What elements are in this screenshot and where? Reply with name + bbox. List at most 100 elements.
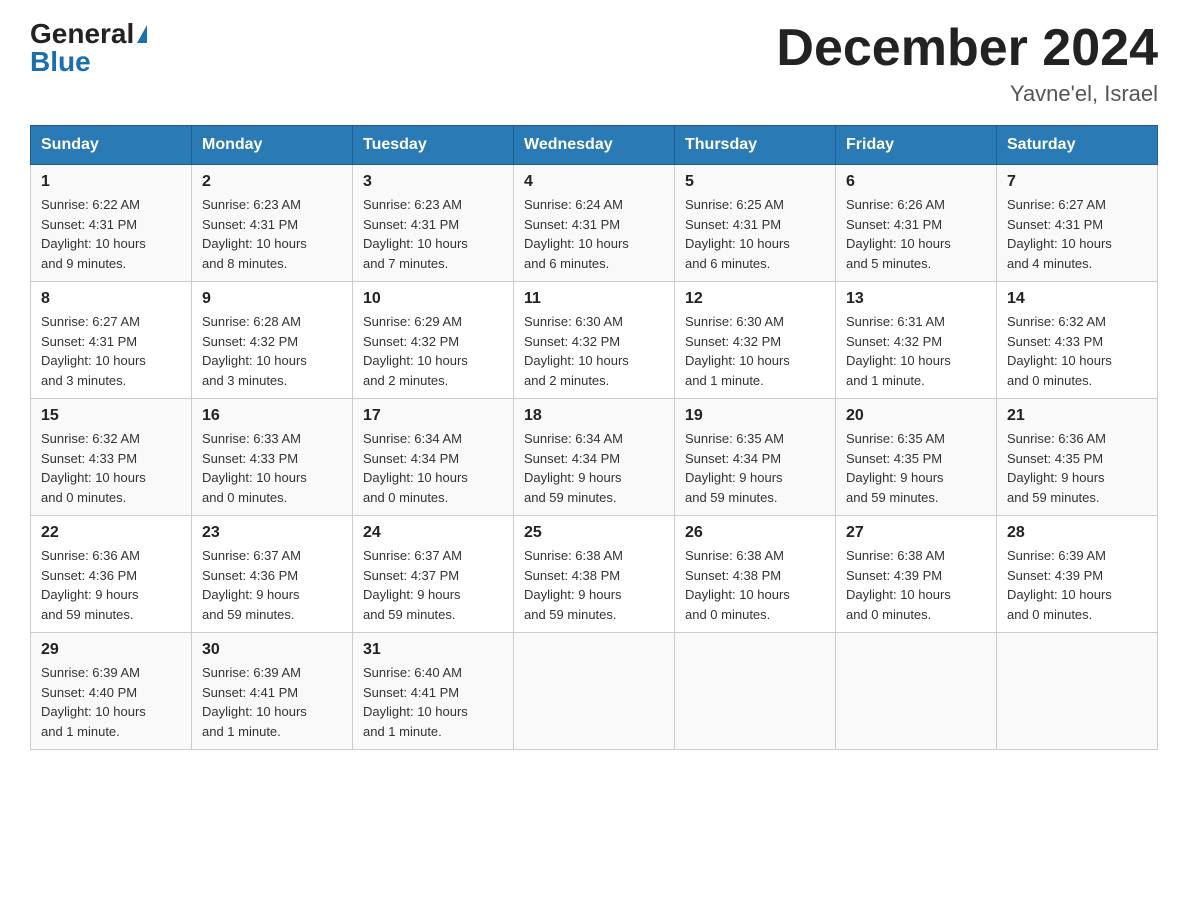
calendar-cell: 18 Sunrise: 6:34 AMSunset: 4:34 PMDayligh… (514, 399, 675, 516)
weekday-header-saturday: Saturday (997, 126, 1158, 165)
calendar-week-row: 15Sunrise: 6:32 AMSunset: 4:33 PMDayligh… (31, 399, 1158, 516)
day-number: 10 (363, 290, 503, 308)
calendar-table: SundayMondayTuesdayWednesdayThursdayFrid… (30, 125, 1158, 750)
calendar-cell: 12 Sunrise: 6:30 AMSunset: 4:32 PMDayligh… (675, 282, 836, 399)
weekday-header-tuesday: Tuesday (353, 126, 514, 165)
day-number: 24 (363, 524, 503, 542)
day-info: Sunrise: 6:26 AMSunset: 4:31 PMDaylight:… (846, 195, 986, 273)
weekday-header-wednesday: Wednesday (514, 126, 675, 165)
calendar-cell: 23 Sunrise: 6:37 AMSunset: 4:36 PMDayligh… (192, 516, 353, 633)
logo-blue-text: Blue (30, 48, 91, 76)
day-info: Sunrise: 6:38 AMSunset: 4:38 PMDaylight:… (524, 546, 664, 624)
day-info: Sunrise: 6:34 AMSunset: 4:34 PMDaylight:… (524, 429, 664, 507)
day-info: Sunrise: 6:22 AMSunset: 4:31 PMDaylight:… (41, 195, 181, 273)
day-number: 13 (846, 290, 986, 308)
calendar-cell: 22Sunrise: 6:36 AMSunset: 4:36 PMDayligh… (31, 516, 192, 633)
day-info: Sunrise: 6:25 AMSunset: 4:31 PMDaylight:… (685, 195, 825, 273)
calendar-cell: 26 Sunrise: 6:38 AMSunset: 4:38 PMDayligh… (675, 516, 836, 633)
day-number: 30 (202, 641, 342, 659)
calendar-cell: 30 Sunrise: 6:39 AMSunset: 4:41 PMDayligh… (192, 633, 353, 750)
calendar-week-row: 8 Sunrise: 6:27 AMSunset: 4:31 PMDaylight… (31, 282, 1158, 399)
day-info: Sunrise: 6:39 AMSunset: 4:41 PMDaylight:… (202, 663, 342, 741)
day-number: 3 (363, 173, 503, 191)
day-info: Sunrise: 6:36 AMSunset: 4:36 PMDaylight:… (41, 546, 181, 624)
calendar-cell: 15Sunrise: 6:32 AMSunset: 4:33 PMDayligh… (31, 399, 192, 516)
weekday-header-monday: Monday (192, 126, 353, 165)
weekday-header-sunday: Sunday (31, 126, 192, 165)
calendar-cell: 19 Sunrise: 6:35 AMSunset: 4:34 PMDayligh… (675, 399, 836, 516)
day-number: 26 (685, 524, 825, 542)
weekday-header-row: SundayMondayTuesdayWednesdayThursdayFrid… (31, 126, 1158, 165)
logo: General Blue (30, 20, 147, 76)
day-info: Sunrise: 6:36 AMSunset: 4:35 PMDaylight:… (1007, 429, 1147, 507)
day-info: Sunrise: 6:29 AMSunset: 4:32 PMDaylight:… (363, 312, 503, 390)
day-number: 15 (41, 407, 181, 425)
calendar-cell: 28 Sunrise: 6:39 AMSunset: 4:39 PMDayligh… (997, 516, 1158, 633)
day-number: 25 (524, 524, 664, 542)
calendar-title: December 2024 (776, 20, 1158, 77)
day-info: Sunrise: 6:32 AMSunset: 4:33 PMDaylight:… (1007, 312, 1147, 390)
calendar-cell: 10 Sunrise: 6:29 AMSunset: 4:32 PMDayligh… (353, 282, 514, 399)
calendar-cell: 14 Sunrise: 6:32 AMSunset: 4:33 PMDayligh… (997, 282, 1158, 399)
day-number: 7 (1007, 173, 1147, 191)
page-header: General Blue December 2024 Yavne'el, Isr… (30, 20, 1158, 107)
day-info: Sunrise: 6:40 AMSunset: 4:41 PMDaylight:… (363, 663, 503, 741)
calendar-cell: 13 Sunrise: 6:31 AMSunset: 4:32 PMDayligh… (836, 282, 997, 399)
day-number: 18 (524, 407, 664, 425)
calendar-week-row: 22Sunrise: 6:36 AMSunset: 4:36 PMDayligh… (31, 516, 1158, 633)
calendar-week-row: 29 Sunrise: 6:39 AMSunset: 4:40 PMDayligh… (31, 633, 1158, 750)
day-info: Sunrise: 6:39 AMSunset: 4:40 PMDaylight:… (41, 663, 181, 741)
day-number: 4 (524, 173, 664, 191)
day-info: Sunrise: 6:39 AMSunset: 4:39 PMDaylight:… (1007, 546, 1147, 624)
day-number: 16 (202, 407, 342, 425)
day-number: 29 (41, 641, 181, 659)
calendar-cell: 24 Sunrise: 6:37 AMSunset: 4:37 PMDayligh… (353, 516, 514, 633)
calendar-cell: 29 Sunrise: 6:39 AMSunset: 4:40 PMDayligh… (31, 633, 192, 750)
day-info: Sunrise: 6:23 AMSunset: 4:31 PMDaylight:… (363, 195, 503, 273)
day-info: Sunrise: 6:35 AMSunset: 4:34 PMDaylight:… (685, 429, 825, 507)
calendar-cell: 27 Sunrise: 6:38 AMSunset: 4:39 PMDayligh… (836, 516, 997, 633)
calendar-cell: 1 Sunrise: 6:22 AMSunset: 4:31 PMDaylight… (31, 165, 192, 282)
day-number: 27 (846, 524, 986, 542)
calendar-cell: 21Sunrise: 6:36 AMSunset: 4:35 PMDayligh… (997, 399, 1158, 516)
calendar-cell: 7Sunrise: 6:27 AMSunset: 4:31 PMDaylight… (997, 165, 1158, 282)
weekday-header-thursday: Thursday (675, 126, 836, 165)
calendar-week-row: 1 Sunrise: 6:22 AMSunset: 4:31 PMDaylight… (31, 165, 1158, 282)
day-info: Sunrise: 6:30 AMSunset: 4:32 PMDaylight:… (685, 312, 825, 390)
calendar-cell: 31Sunrise: 6:40 AMSunset: 4:41 PMDayligh… (353, 633, 514, 750)
day-info: Sunrise: 6:23 AMSunset: 4:31 PMDaylight:… (202, 195, 342, 273)
day-info: Sunrise: 6:35 AMSunset: 4:35 PMDaylight:… (846, 429, 986, 507)
day-info: Sunrise: 6:28 AMSunset: 4:32 PMDaylight:… (202, 312, 342, 390)
day-number: 19 (685, 407, 825, 425)
day-number: 28 (1007, 524, 1147, 542)
day-info: Sunrise: 6:24 AMSunset: 4:31 PMDaylight:… (524, 195, 664, 273)
weekday-header-friday: Friday (836, 126, 997, 165)
day-info: Sunrise: 6:31 AMSunset: 4:32 PMDaylight:… (846, 312, 986, 390)
day-number: 11 (524, 290, 664, 308)
day-number: 12 (685, 290, 825, 308)
day-number: 1 (41, 173, 181, 191)
day-info: Sunrise: 6:27 AMSunset: 4:31 PMDaylight:… (41, 312, 181, 390)
day-info: Sunrise: 6:37 AMSunset: 4:36 PMDaylight:… (202, 546, 342, 624)
day-info: Sunrise: 6:38 AMSunset: 4:39 PMDaylight:… (846, 546, 986, 624)
day-number: 2 (202, 173, 342, 191)
calendar-title-block: December 2024 Yavne'el, Israel (776, 20, 1158, 107)
calendar-cell: 5Sunrise: 6:25 AMSunset: 4:31 PMDaylight… (675, 165, 836, 282)
calendar-cell: 9Sunrise: 6:28 AMSunset: 4:32 PMDaylight… (192, 282, 353, 399)
day-number: 20 (846, 407, 986, 425)
day-info: Sunrise: 6:37 AMSunset: 4:37 PMDaylight:… (363, 546, 503, 624)
calendar-cell: 6Sunrise: 6:26 AMSunset: 4:31 PMDaylight… (836, 165, 997, 282)
day-info: Sunrise: 6:33 AMSunset: 4:33 PMDaylight:… (202, 429, 342, 507)
day-number: 8 (41, 290, 181, 308)
day-number: 23 (202, 524, 342, 542)
calendar-cell: 20 Sunrise: 6:35 AMSunset: 4:35 PMDayligh… (836, 399, 997, 516)
calendar-cell: 17Sunrise: 6:34 AMSunset: 4:34 PMDayligh… (353, 399, 514, 516)
calendar-subtitle: Yavne'el, Israel (776, 81, 1158, 107)
day-info: Sunrise: 6:38 AMSunset: 4:38 PMDaylight:… (685, 546, 825, 624)
calendar-cell: 16 Sunrise: 6:33 AMSunset: 4:33 PMDayligh… (192, 399, 353, 516)
calendar-cell: 11 Sunrise: 6:30 AMSunset: 4:32 PMDayligh… (514, 282, 675, 399)
day-number: 14 (1007, 290, 1147, 308)
calendar-cell: 4 Sunrise: 6:24 AMSunset: 4:31 PMDaylight… (514, 165, 675, 282)
day-info: Sunrise: 6:30 AMSunset: 4:32 PMDaylight:… (524, 312, 664, 390)
calendar-cell (514, 633, 675, 750)
